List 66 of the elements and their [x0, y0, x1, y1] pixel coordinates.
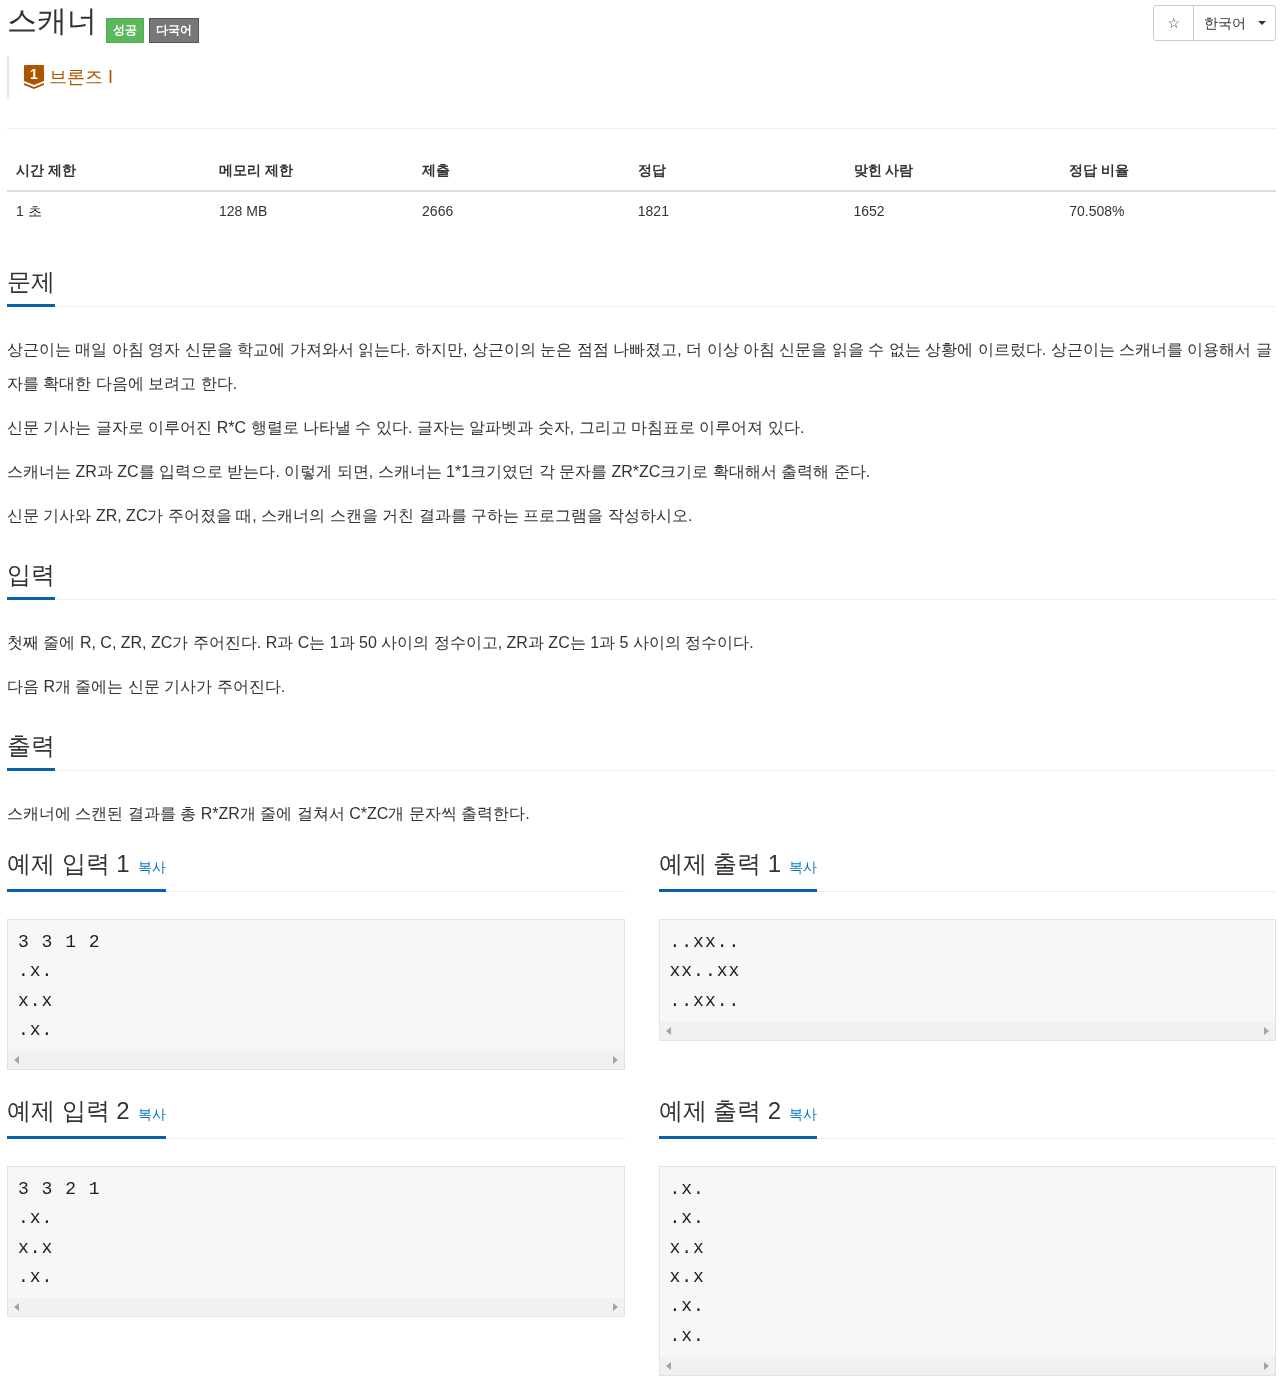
scroll-left-icon[interactable] [14, 1303, 19, 1312]
table-header-cell: 메모리 제한 [210, 150, 414, 191]
problem-paragraph: 첫째 줄에 R, C, ZR, ZC가 주어진다. R과 C는 1과 50 사이의 정수이고, ZR과 ZC는 1과 5 사이의 정수이다. [7, 633, 754, 653]
copy-link[interactable]: 복사 [789, 853, 818, 881]
scroll-left-icon[interactable] [14, 1056, 19, 1065]
code-line: .x. [669, 1178, 705, 1202]
result-badge: 성공 [106, 18, 144, 43]
table-cell: 128 MB [210, 191, 414, 230]
problem-paragraph: 상근이는 매일 아침 영자 신문을 학교에 가져와서 읽는다. 하지만, 상근이의 눈은 점점 나빠졌고, 더 이상 아침 신문을 읽을 수 없는 상황에 이르렀다. 상근이는 스캐너를 이용해서 글자를 확대한 다음에 보려고 한다. [7, 340, 1273, 394]
caret-icon [1258, 21, 1266, 25]
table-header-cell: 시간 제한 [7, 150, 211, 191]
scroll-right-icon[interactable] [1264, 1361, 1269, 1370]
sample-heading: 예제 출력 1 [658, 850, 782, 878]
section-heading: 문제 [7, 268, 55, 307]
table-header-cell: 제출 [413, 150, 629, 191]
table-header-cell: 맞힌 사람 [844, 150, 1061, 191]
scroll-right-icon[interactable] [1264, 1026, 1269, 1035]
copy-link[interactable]: 복사 [789, 1100, 818, 1129]
scroll-left-icon[interactable] [665, 1026, 671, 1035]
table-header-cell: 정답 [628, 150, 845, 191]
language-dropdown[interactable]: 한국어 [1193, 5, 1276, 41]
code-line: 3 3 1 2 [18, 931, 101, 954]
table-cell: 1 초 [7, 191, 211, 230]
sample-heading: 예제 출력 2 [658, 1097, 782, 1126]
code-line: ..xx.. [669, 989, 741, 1013]
code-line: x.x [18, 1236, 54, 1260]
code-line: .x. [18, 1207, 54, 1231]
tier-link[interactable]: 1 브론즈 I [24, 64, 113, 90]
page-title: 스캐너 [7, 3, 97, 39]
code-line: .x. [18, 1018, 54, 1042]
section-heading: 입력 [7, 561, 55, 600]
problem-paragraph: 다음 R개 줄에는 신문 기사가 주어진다. [7, 677, 286, 697]
table-header-cell: 정답 비율 [1060, 150, 1276, 191]
sample-heading: 예제 입력 1 [7, 850, 130, 878]
problem-paragraph: 신문 기사는 글자로 이루어진 R*C 행렬로 나타낼 수 있다. 글자는 알파벳과 숫자, 그리고 마침표로 이루어져 있다. [7, 418, 805, 438]
problem-paragraph: 신문 기사와 ZR, ZC가 주어졌을 때, 스캐너의 스캔을 거친 결과를 구하는 프로그램을 작성하시오. [7, 506, 693, 526]
table-cell: 1821 [628, 191, 845, 230]
code-line: ..xx.. [669, 931, 741, 954]
code-line: x.x [18, 989, 54, 1013]
sample-heading: 예제 입력 2 [7, 1097, 130, 1126]
table-cell: 70.508% [1060, 191, 1276, 230]
scroll-right-icon[interactable] [612, 1056, 618, 1065]
problem-paragraph: 스캐너에 스캔된 결과를 총 R*ZR개 줄에 걸쳐서 C*ZC개 문자씩 출력한다. [7, 804, 530, 824]
section-heading: 출력 [7, 732, 55, 771]
star-button[interactable]: ☆ [1153, 5, 1194, 41]
code-line: 3 3 2 1 [18, 1178, 101, 1202]
code-line: .x. [18, 960, 54, 984]
scroll-right-icon[interactable] [612, 1303, 618, 1312]
code-line: .x. [669, 1207, 705, 1231]
code-line: .x. [669, 1324, 705, 1348]
table-cell: 2666 [413, 191, 629, 230]
scroll-left-icon[interactable] [665, 1361, 671, 1370]
table-cell: 1652 [844, 191, 1061, 230]
problem-paragraph: 스캐너는 ZR과 ZC를 입력으로 받는다. 이렇게 되면, 스캐너는 1*1크기였던 각 문자를 ZR*ZC크기로 확대해서 출력해 준다. [7, 462, 871, 482]
horizontal-scrollbar[interactable] [8, 1298, 624, 1317]
code-line: .x. [18, 1266, 54, 1290]
code-line: x.x [669, 1236, 705, 1260]
code-line: xx..xx [669, 960, 741, 984]
copy-link[interactable]: 복사 [137, 853, 166, 881]
multilanguage-badge: 다국어 [149, 18, 199, 43]
copy-link[interactable]: 복사 [137, 1100, 166, 1129]
horizontal-scrollbar[interactable] [659, 1356, 1275, 1375]
code-line: .x. [669, 1295, 705, 1319]
horizontal-scrollbar[interactable] [8, 1051, 624, 1070]
code-line: x.x [669, 1266, 705, 1290]
horizontal-scrollbar[interactable] [659, 1021, 1275, 1040]
